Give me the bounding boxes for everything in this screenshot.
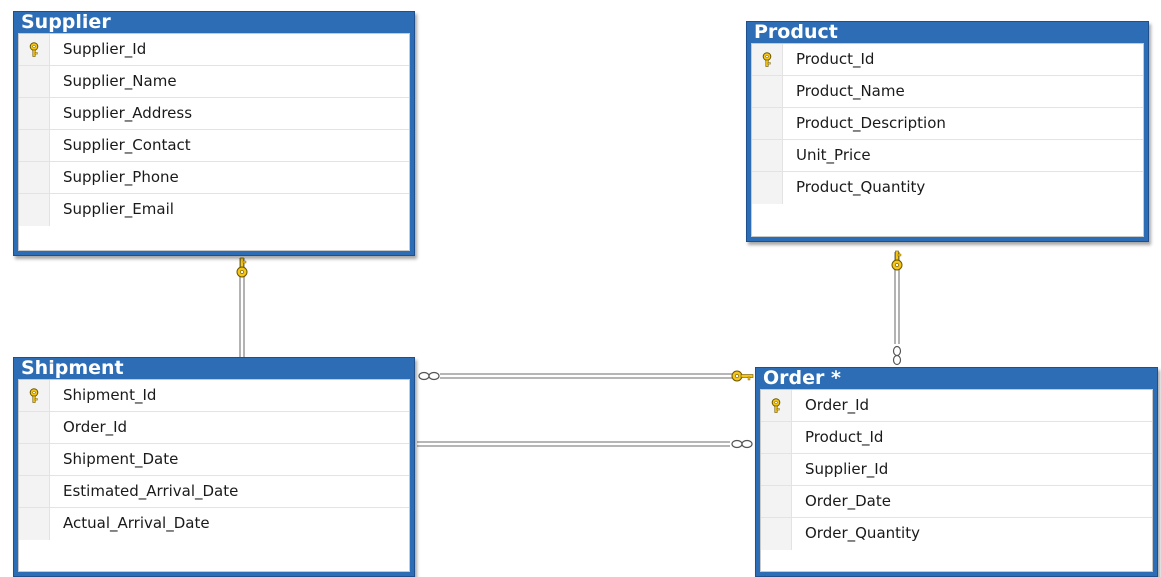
column-name: Shipment_Date (63, 450, 179, 468)
column-row[interactable]: Actual_Arrival_Date (19, 508, 409, 540)
infinity-icon (418, 371, 440, 381)
column-list: Shipment_Id Order_Id Shipment_Date Estim… (18, 379, 410, 572)
row-selector[interactable] (752, 44, 783, 75)
column-name: Product_Description (796, 114, 946, 132)
column-list: Product_Id Product_Name Product_Descript… (751, 43, 1144, 237)
column-name: Shipment_Id (63, 386, 157, 404)
row-selector[interactable] (752, 140, 783, 171)
column-name: Order_Id (805, 396, 870, 414)
column-name: Order_Id (63, 418, 128, 436)
row-selector[interactable] (19, 162, 50, 193)
row-selector[interactable] (761, 390, 792, 421)
column-name: Actual_Arrival_Date (63, 514, 210, 532)
row-selector[interactable] (761, 486, 792, 517)
column-row[interactable]: Supplier_Id (761, 454, 1152, 486)
column-name: Supplier_Address (63, 104, 193, 122)
column-name: Estimated_Arrival_Date (63, 482, 239, 500)
table-title[interactable]: Product (747, 22, 1148, 42)
row-selector[interactable] (761, 422, 792, 453)
table-shipment[interactable]: Shipment Shipment_Id Order_Id Shipment_D… (13, 357, 415, 577)
column-name: Product_Name (796, 82, 905, 100)
column-row[interactable]: Order_Id (19, 412, 409, 444)
row-selector[interactable] (19, 508, 50, 540)
table-title[interactable]: Supplier (14, 12, 414, 32)
row-selector[interactable] (752, 108, 783, 139)
column-name: Supplier_Phone (63, 168, 179, 186)
row-selector[interactable] (19, 194, 50, 226)
column-row[interactable]: Estimated_Arrival_Date (19, 476, 409, 508)
table-supplier[interactable]: Supplier Supplier_Id Supplier_Name Suppl… (13, 11, 415, 256)
key-icon (236, 257, 248, 278)
column-name: Supplier_Email (63, 200, 174, 218)
column-name: Order_Quantity (805, 524, 920, 542)
column-list: Order_Id Product_Id Supplier_Id Order_Da… (760, 389, 1153, 572)
column-row[interactable]: Supplier_Email (19, 194, 409, 226)
primary-key-icon (29, 42, 39, 57)
row-selector[interactable] (19, 34, 50, 65)
column-row[interactable]: Product_Id (761, 422, 1152, 454)
row-selector[interactable] (761, 454, 792, 485)
column-row[interactable]: Product_Id (752, 44, 1143, 76)
infinity-icon (892, 345, 902, 366)
row-selector[interactable] (752, 76, 783, 107)
table-product[interactable]: Product Product_Id Product_Name Product_… (746, 21, 1149, 242)
column-row[interactable]: Product_Quantity (752, 172, 1143, 204)
column-name: Supplier_Id (805, 460, 889, 478)
row-selector[interactable] (19, 444, 50, 475)
column-name: Supplier_Name (63, 72, 177, 90)
column-row[interactable]: Supplier_Contact (19, 130, 409, 162)
row-selector[interactable] (19, 412, 50, 443)
row-selector[interactable] (19, 130, 50, 161)
infinity-icon (731, 439, 753, 449)
column-row[interactable]: Shipment_Date (19, 444, 409, 476)
key-icon (731, 370, 754, 382)
row-selector[interactable] (19, 66, 50, 97)
table-title[interactable]: Order * (756, 368, 1157, 388)
column-row[interactable]: Product_Name (752, 76, 1143, 108)
key-icon (891, 250, 903, 271)
primary-key-icon (762, 52, 772, 67)
column-name: Product_Id (805, 428, 884, 446)
column-name: Order_Date (805, 492, 891, 510)
column-row[interactable]: Supplier_Address (19, 98, 409, 130)
column-row[interactable]: Order_Quantity (761, 518, 1152, 550)
column-row[interactable]: Order_Date (761, 486, 1152, 518)
column-row[interactable]: Supplier_Id (19, 34, 409, 66)
primary-key-icon (771, 398, 781, 413)
column-row[interactable]: Supplier_Name (19, 66, 409, 98)
primary-key-icon (29, 388, 39, 403)
column-name: Unit_Price (796, 146, 871, 164)
relationship-shipment-order-bottom[interactable] (417, 441, 730, 447)
column-list: Supplier_Id Supplier_Name Supplier_Addre… (18, 33, 410, 251)
column-row[interactable]: Supplier_Phone (19, 162, 409, 194)
table-order[interactable]: Order * Order_Id Product_Id Supplier_Id … (755, 367, 1158, 577)
row-selector[interactable] (752, 172, 783, 204)
table-title[interactable]: Shipment (14, 358, 414, 378)
relationship-shipment-order-top[interactable] (440, 373, 732, 379)
row-selector[interactable] (19, 380, 50, 411)
row-selector[interactable] (19, 98, 50, 129)
column-name: Product_Id (796, 50, 875, 68)
column-name: Supplier_Id (63, 40, 147, 58)
column-row[interactable]: Product_Description (752, 108, 1143, 140)
column-row[interactable]: Shipment_Id (19, 380, 409, 412)
column-row[interactable]: Order_Id (761, 390, 1152, 422)
column-row[interactable]: Unit_Price (752, 140, 1143, 172)
column-name: Product_Quantity (796, 178, 926, 196)
column-name: Supplier_Contact (63, 136, 191, 154)
row-selector[interactable] (761, 518, 792, 550)
row-selector[interactable] (19, 476, 50, 507)
